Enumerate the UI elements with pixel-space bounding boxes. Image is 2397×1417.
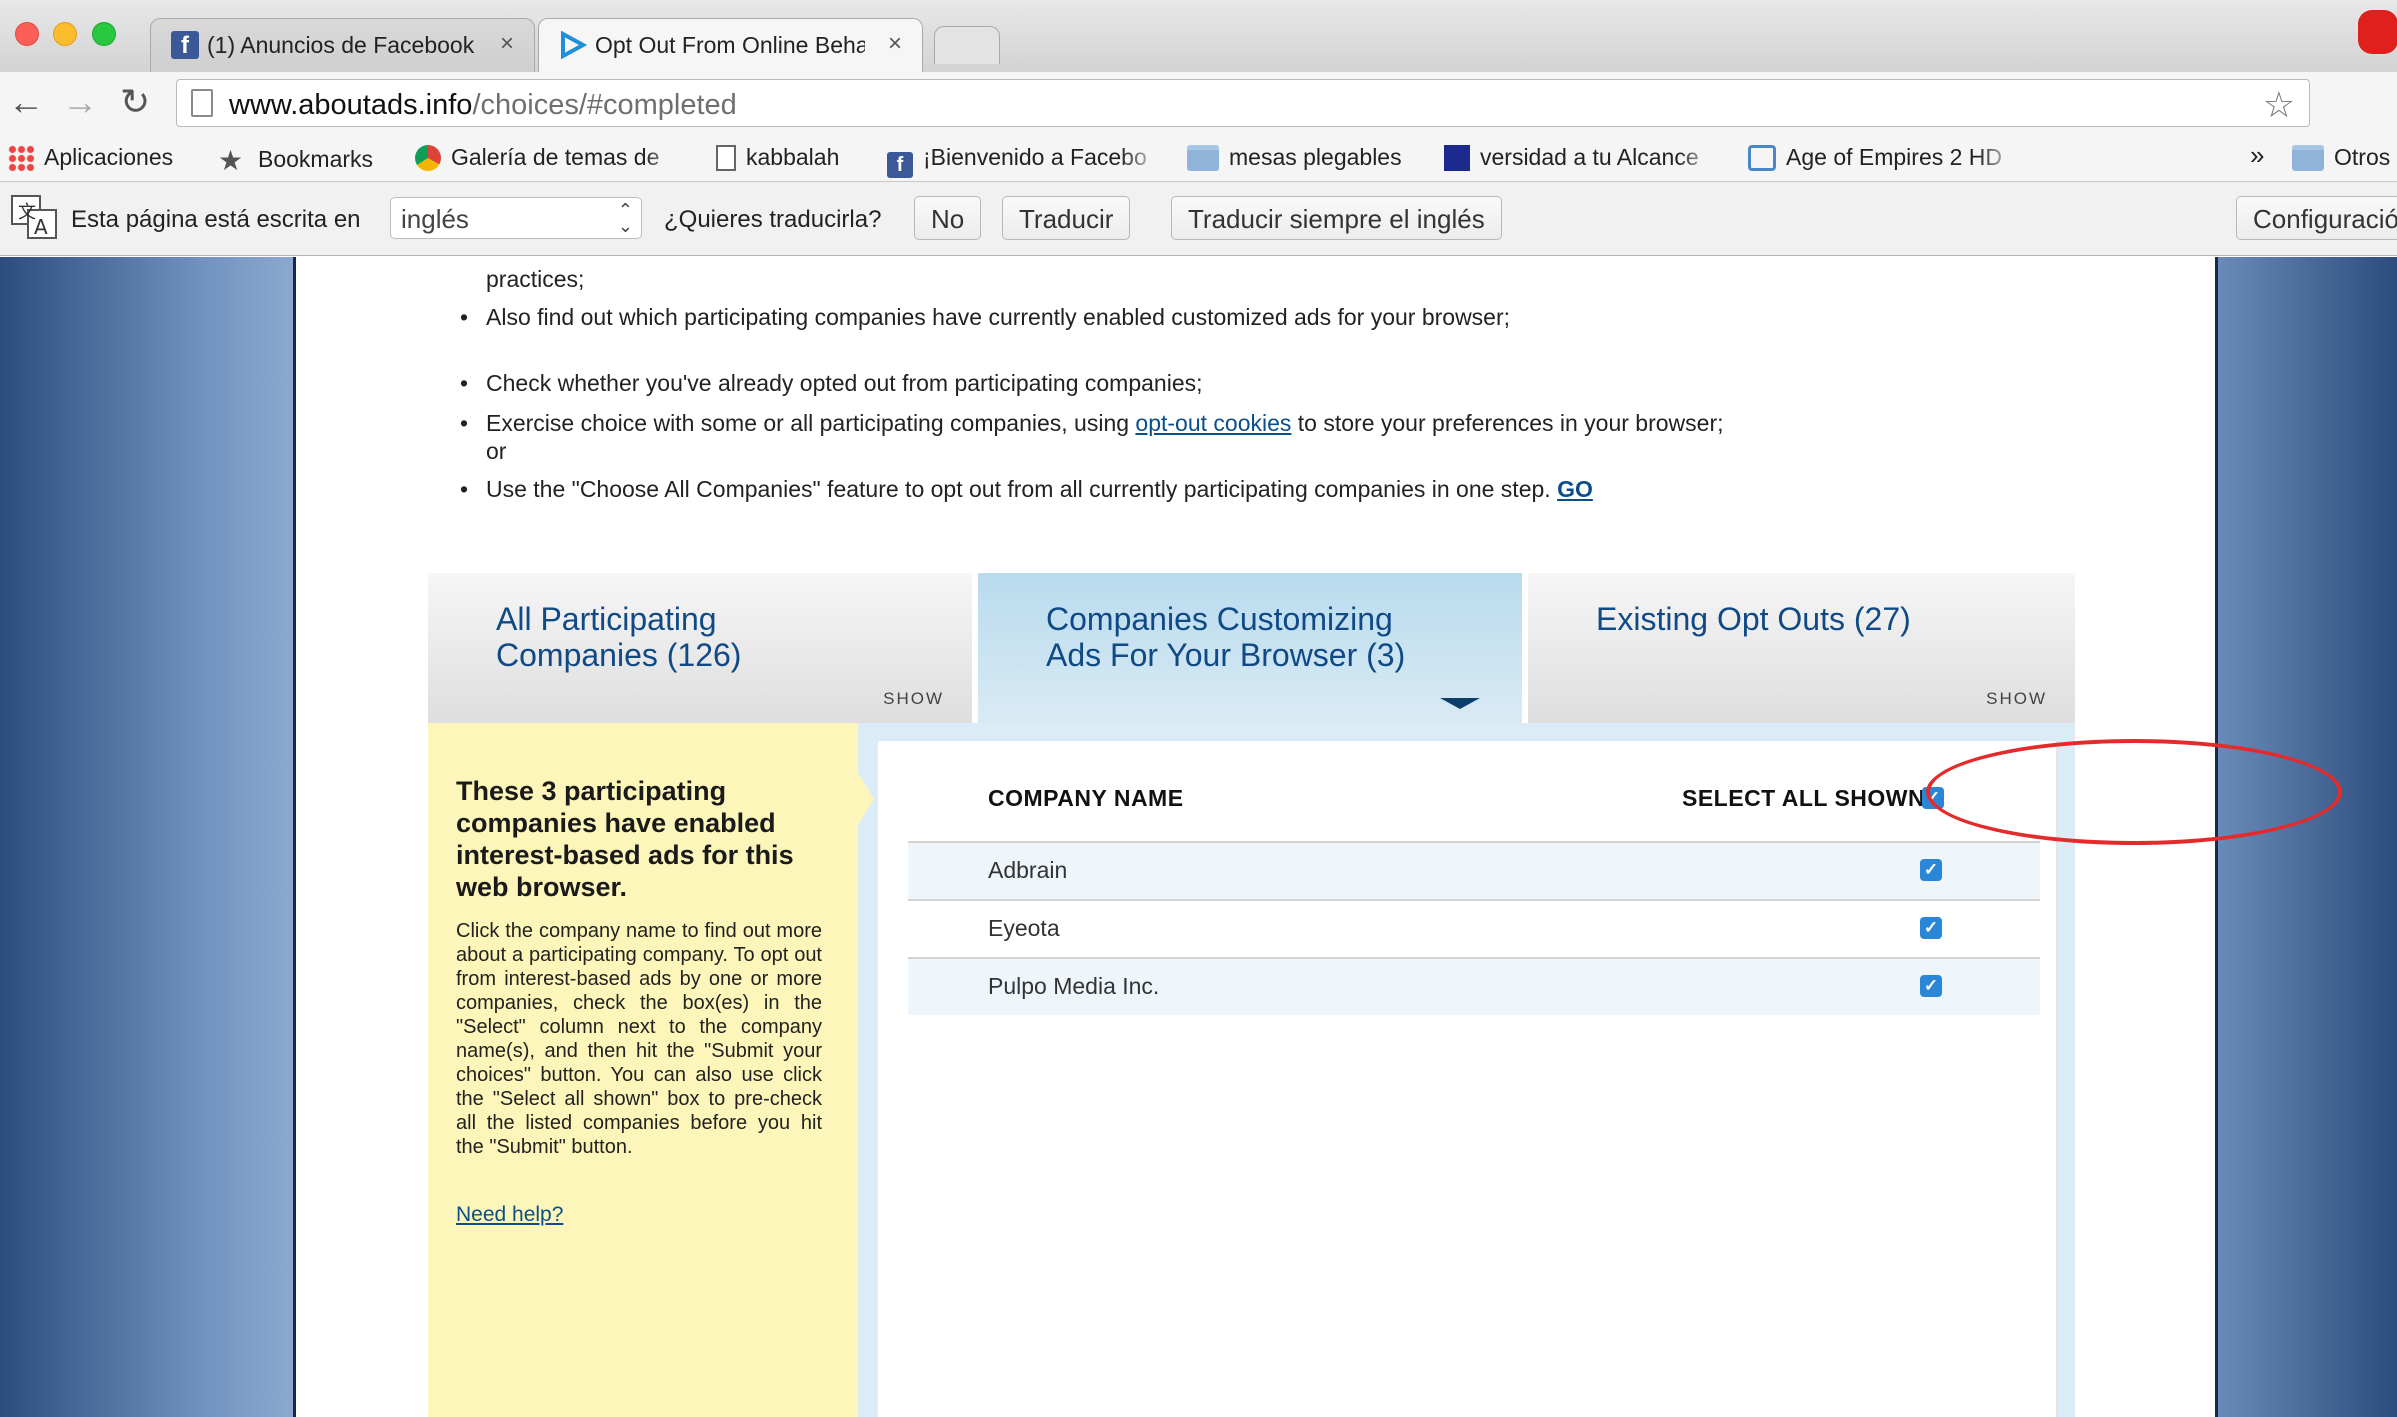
row-checkbox[interactable]: ✓	[1920, 859, 1942, 881]
need-help-link[interactable]: Need help?	[456, 1203, 563, 1227]
highlight-circle	[1926, 739, 2342, 845]
tab-existing-opt-outs[interactable]: Existing Opt Outs (27) SHOW	[1528, 573, 2075, 723]
list-item: • Check whether you've already opted out …	[460, 370, 1203, 396]
close-tab-icon[interactable]: ×	[888, 30, 902, 58]
list-item: • Also find out which participating compa…	[460, 304, 1511, 330]
table-row: Pulpo Media Inc. ✓	[908, 959, 2040, 1015]
site-icon	[1444, 145, 1470, 171]
company-tabs: All Participating Companies (126) SHOW Co…	[428, 573, 2075, 739]
bookmarks-bar: Aplicaciones ★ Bookmarks Galería de temas…	[0, 134, 2397, 182]
row-checkbox[interactable]: ✓	[1920, 975, 1942, 997]
url-text: www.aboutads.info/choices/#completed	[229, 89, 737, 121]
extension-icon[interactable]	[2358, 10, 2397, 54]
always-translate-button[interactable]: Traducir siempre el inglés	[1171, 196, 1502, 240]
company-name-link[interactable]: Pulpo Media Inc.	[988, 973, 1159, 1000]
page-viewport: practices; • Also find out which particip…	[0, 257, 2397, 1417]
close-tab-icon[interactable]: ×	[500, 30, 514, 58]
bookmark-star-icon[interactable]: ☆	[2263, 84, 2295, 126]
facebook-icon: f	[887, 152, 913, 178]
chrome-icon	[415, 145, 441, 171]
page-icon	[191, 89, 213, 117]
minimize-window-button[interactable]	[53, 22, 77, 46]
browser-toolbar: ← → ↻ www.aboutads.info/choices/#complet…	[0, 72, 2397, 200]
document-icon	[716, 145, 736, 171]
translate-settings-button[interactable]: Configuración	[2236, 196, 2397, 240]
folder-icon	[1187, 145, 1219, 171]
go-link[interactable]: GO	[1557, 476, 1593, 502]
bookmark-bookmarks[interactable]: ★ Bookmarks	[218, 144, 373, 173]
table-row: Eyeota ✓	[908, 901, 2040, 957]
language-select[interactable]: inglés ⌃ ⌄	[390, 197, 642, 239]
tab-opt-out[interactable]: Opt Out From Online Behav ×	[538, 18, 923, 72]
zoom-window-button[interactable]	[92, 22, 116, 46]
svg-text:A: A	[34, 215, 48, 239]
translate-infobar: 文 A Esta página está escrita en inglés ⌃…	[0, 182, 2397, 256]
bookmark-universidad[interactable]: versidad a tu Alcance	[1444, 144, 1719, 171]
bookmark-otros[interactable]: Otros	[2292, 144, 2390, 171]
caret-down-icon	[1440, 698, 1480, 709]
opt-out-cookies-link[interactable]: opt-out cookies	[1135, 410, 1291, 436]
bookmark-facebook[interactable]: f ¡Bienvenido a Facebo	[887, 144, 1162, 178]
company-name-link[interactable]: Eyeota	[988, 915, 1060, 942]
bookmarks-overflow-button[interactable]: »	[2250, 140, 2264, 171]
apps-grid-icon	[8, 145, 34, 171]
reload-icon[interactable]: ↻	[120, 82, 150, 122]
company-name-link[interactable]: Adbrain	[988, 857, 1067, 884]
bookmark-kabbalah[interactable]: kabbalah	[716, 144, 839, 171]
list-item: • Exercise choice with some or all partic…	[460, 410, 1724, 464]
tab-companies-customizing[interactable]: Companies Customizing Ads For Your Browse…	[978, 573, 1522, 739]
tab-label: Companies Customizing Ads For Your Browse…	[1046, 601, 1406, 673]
translate-question: ¿Quieres traducirla?	[664, 206, 882, 233]
no-translate-button[interactable]: No	[914, 196, 982, 240]
translate-message: Esta página está escrita en	[71, 206, 361, 233]
tv-icon	[1748, 145, 1776, 171]
bookmark-age-of-empires[interactable]: Age of Empires 2 HD	[1748, 144, 2018, 171]
panel-pointer	[858, 773, 874, 825]
tab-strip: f (1) Anuncios de Facebook × Opt Out Fro…	[0, 0, 2397, 72]
select-all-label: SELECT ALL SHOWN	[1682, 785, 1926, 811]
list-item: • Use the "Choose All Companies" feature …	[460, 476, 1593, 502]
row-checkbox[interactable]: ✓	[1920, 917, 1942, 939]
tab-facebook-ads[interactable]: f (1) Anuncios de Facebook ×	[150, 18, 535, 72]
translate-icon: 文 A	[11, 195, 57, 239]
close-window-button[interactable]	[15, 22, 39, 46]
table-row: Adbrain ✓	[908, 843, 2040, 899]
bookmark-galeria-temas[interactable]: Galería de temas de	[415, 144, 685, 171]
page-content: practices; • Also find out which particip…	[293, 257, 2342, 1417]
show-button[interactable]: SHOW	[1986, 689, 2047, 709]
tab-title: (1) Anuncios de Facebook	[207, 32, 475, 58]
show-button[interactable]: SHOW	[883, 689, 944, 709]
tab-label: All Participating Companies (126)	[496, 601, 742, 673]
translate-button[interactable]: Traducir	[1002, 196, 1131, 240]
tab-title: Opt Out From Online Behav	[595, 32, 865, 58]
column-header-company: COMPANY NAME	[988, 785, 1184, 811]
info-heading: These 3 participating companies have ena…	[456, 776, 794, 902]
info-body: Click the company name to find out more …	[456, 920, 822, 1158]
tab-all-participating[interactable]: All Participating Companies (126) SHOW	[428, 573, 972, 723]
star-icon: ★	[218, 145, 244, 173]
new-tab-button[interactable]	[934, 26, 1000, 64]
select-arrows-icon: ⌃ ⌄	[617, 200, 633, 236]
info-panel: These 3 participating companies have ena…	[428, 723, 858, 1417]
list-item: practices;	[486, 266, 585, 292]
tab-label: Existing Opt Outs (27)	[1596, 601, 1911, 637]
company-table: COMPANY NAME SELECT ALL SHOWN ✓ Adbrain …	[878, 739, 2342, 1417]
folder-icon	[2292, 145, 2324, 171]
facebook-icon: f	[171, 31, 199, 59]
forward-icon[interactable]: →	[62, 82, 98, 122]
bookmark-mesas-plegables[interactable]: mesas plegables	[1187, 144, 1402, 171]
bookmark-apps[interactable]: Aplicaciones	[8, 144, 173, 171]
aboutads-logo-icon	[561, 31, 587, 59]
back-icon[interactable]: ←	[8, 82, 44, 122]
address-bar[interactable]: www.aboutads.info/choices/#completed ☆	[176, 79, 2310, 127]
